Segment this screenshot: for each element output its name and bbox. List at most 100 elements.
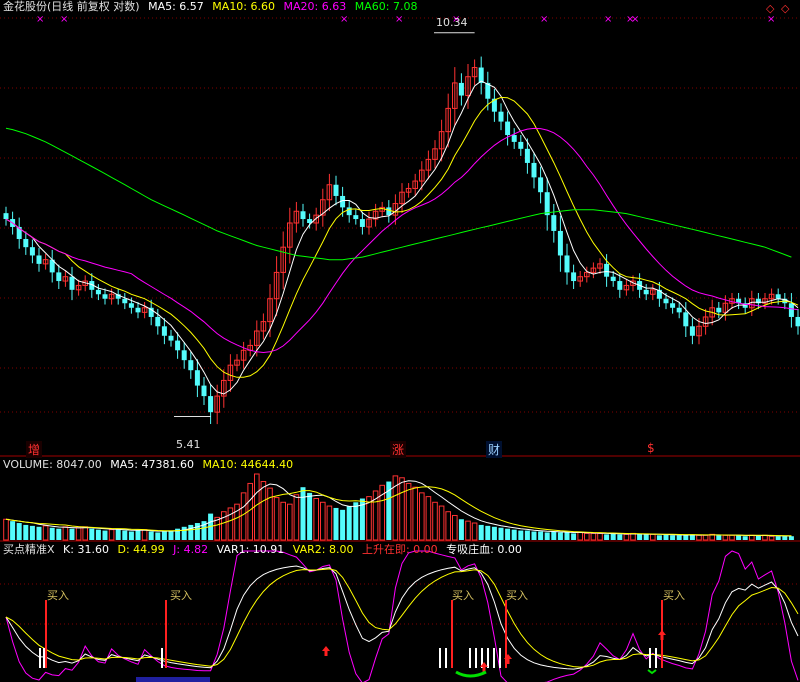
buy-label: 买入: [452, 589, 474, 602]
volume-bar: [445, 511, 451, 541]
volume-bar: [267, 487, 273, 541]
volume-bar: [122, 530, 128, 540]
buy-label: 买入: [663, 589, 685, 602]
volume-bar: [75, 527, 82, 541]
volume-bar: [716, 535, 722, 540]
volume-bar: [346, 506, 352, 540]
indicator-k: K: 31.60: [63, 543, 109, 556]
volume-bar: [650, 533, 656, 541]
volume-bar: [161, 531, 167, 540]
volume-bar: [155, 532, 161, 540]
candle-body: [531, 162, 537, 178]
volume-bar: [623, 533, 630, 541]
candle-body: [208, 396, 214, 413]
volume-bar: [452, 514, 458, 541]
volume-bar: [577, 531, 584, 541]
event-marker-zhang[interactable]: 涨: [390, 441, 407, 458]
volume-bar: [511, 529, 517, 540]
volume-bar: [353, 502, 359, 540]
volume-bar: [273, 497, 280, 541]
candle-body: [610, 276, 616, 282]
volume-bar: [696, 534, 702, 541]
candle-body: [122, 298, 128, 304]
volume-bar: [610, 533, 616, 540]
candle-body: [670, 303, 676, 308]
volume-bar: [742, 536, 748, 540]
event-marker-zeng[interactable]: 增: [26, 441, 43, 458]
ma60-line: [5, 127, 792, 261]
candle-body: [795, 316, 800, 327]
candle-body: [36, 255, 42, 264]
candle-body: [518, 141, 524, 149]
candle-body: [69, 276, 75, 290]
volume-bar: [485, 525, 491, 540]
volume-bar: [676, 535, 682, 540]
volume-bar: [788, 536, 794, 540]
volume-bar: [768, 535, 775, 541]
candle-body: [175, 340, 181, 351]
volume-bar: [56, 528, 62, 540]
volume-bar: [326, 505, 333, 541]
indicator-var2: VAR2: 8.00: [292, 543, 354, 556]
candle-body: [716, 307, 722, 313]
volume-bar: [683, 535, 689, 540]
price-chart[interactable]: × × × × × × × ×× ×: [0, 0, 800, 682]
signal-x-marker: ×: [395, 14, 403, 25]
volume-bar: [221, 511, 227, 541]
candle-body: [353, 215, 359, 220]
volume-bar: [293, 494, 300, 541]
volume-bar: [227, 507, 234, 541]
volume-bar: [736, 535, 742, 540]
signal-x-marker: ×: [540, 14, 548, 25]
absorb-mark: [455, 670, 487, 678]
candle-body: [56, 272, 62, 282]
volume-bar: [254, 473, 260, 541]
volume-bar: [637, 534, 643, 540]
volume-bar: [643, 534, 649, 540]
volume-bar: [181, 526, 187, 540]
volume-bar: [188, 524, 194, 540]
volume-bar: [505, 528, 511, 540]
signal-x-marker: ×: [36, 14, 44, 25]
volume-bar: [590, 532, 597, 541]
indicator-name: 买点精准X: [3, 543, 55, 556]
candle-body: [128, 303, 134, 308]
signal-x-marker: ×: [631, 14, 639, 25]
candle-body: [564, 255, 570, 273]
volume-bar: [465, 520, 471, 541]
high-price-label: 10.34: [436, 16, 468, 29]
volume-bar: [670, 535, 676, 540]
volume-bar: [313, 498, 319, 541]
candle-body: [511, 135, 517, 142]
volume-bar: [128, 531, 134, 540]
volume-bar: [10, 521, 16, 540]
volume-bar: [102, 530, 108, 540]
volume-bar: [656, 535, 662, 540]
candle-body: [300, 211, 306, 220]
low-price-label: 5.41: [176, 438, 201, 451]
volume-bar: [399, 477, 405, 541]
volume-bar: [782, 536, 788, 540]
candle-body: [181, 350, 187, 361]
candle-body: [23, 239, 29, 248]
indicator-d: D: 44.99: [117, 543, 165, 556]
volume-bar: [471, 522, 478, 541]
volume-bar: [300, 487, 306, 540]
volume-bar: [498, 527, 504, 540]
candle-body: [168, 335, 174, 341]
volume-bar: [135, 530, 141, 540]
volume-bar: [531, 531, 537, 540]
buy-label: 买入: [170, 589, 192, 602]
volume-bar: [168, 530, 174, 540]
volume-bar: [419, 492, 425, 541]
volume-bar: [571, 533, 577, 540]
candle-body: [188, 360, 194, 371]
event-marker-cai[interactable]: 财: [486, 441, 503, 458]
candle-body: [683, 312, 689, 327]
event-marker-dollar[interactable]: $: [645, 441, 657, 455]
volume-bar: [36, 526, 42, 540]
volume-bar: [89, 528, 95, 540]
volume-bar: [438, 505, 445, 541]
indicator-j: J: 4.82: [173, 543, 209, 556]
volume-bar: [320, 501, 326, 541]
